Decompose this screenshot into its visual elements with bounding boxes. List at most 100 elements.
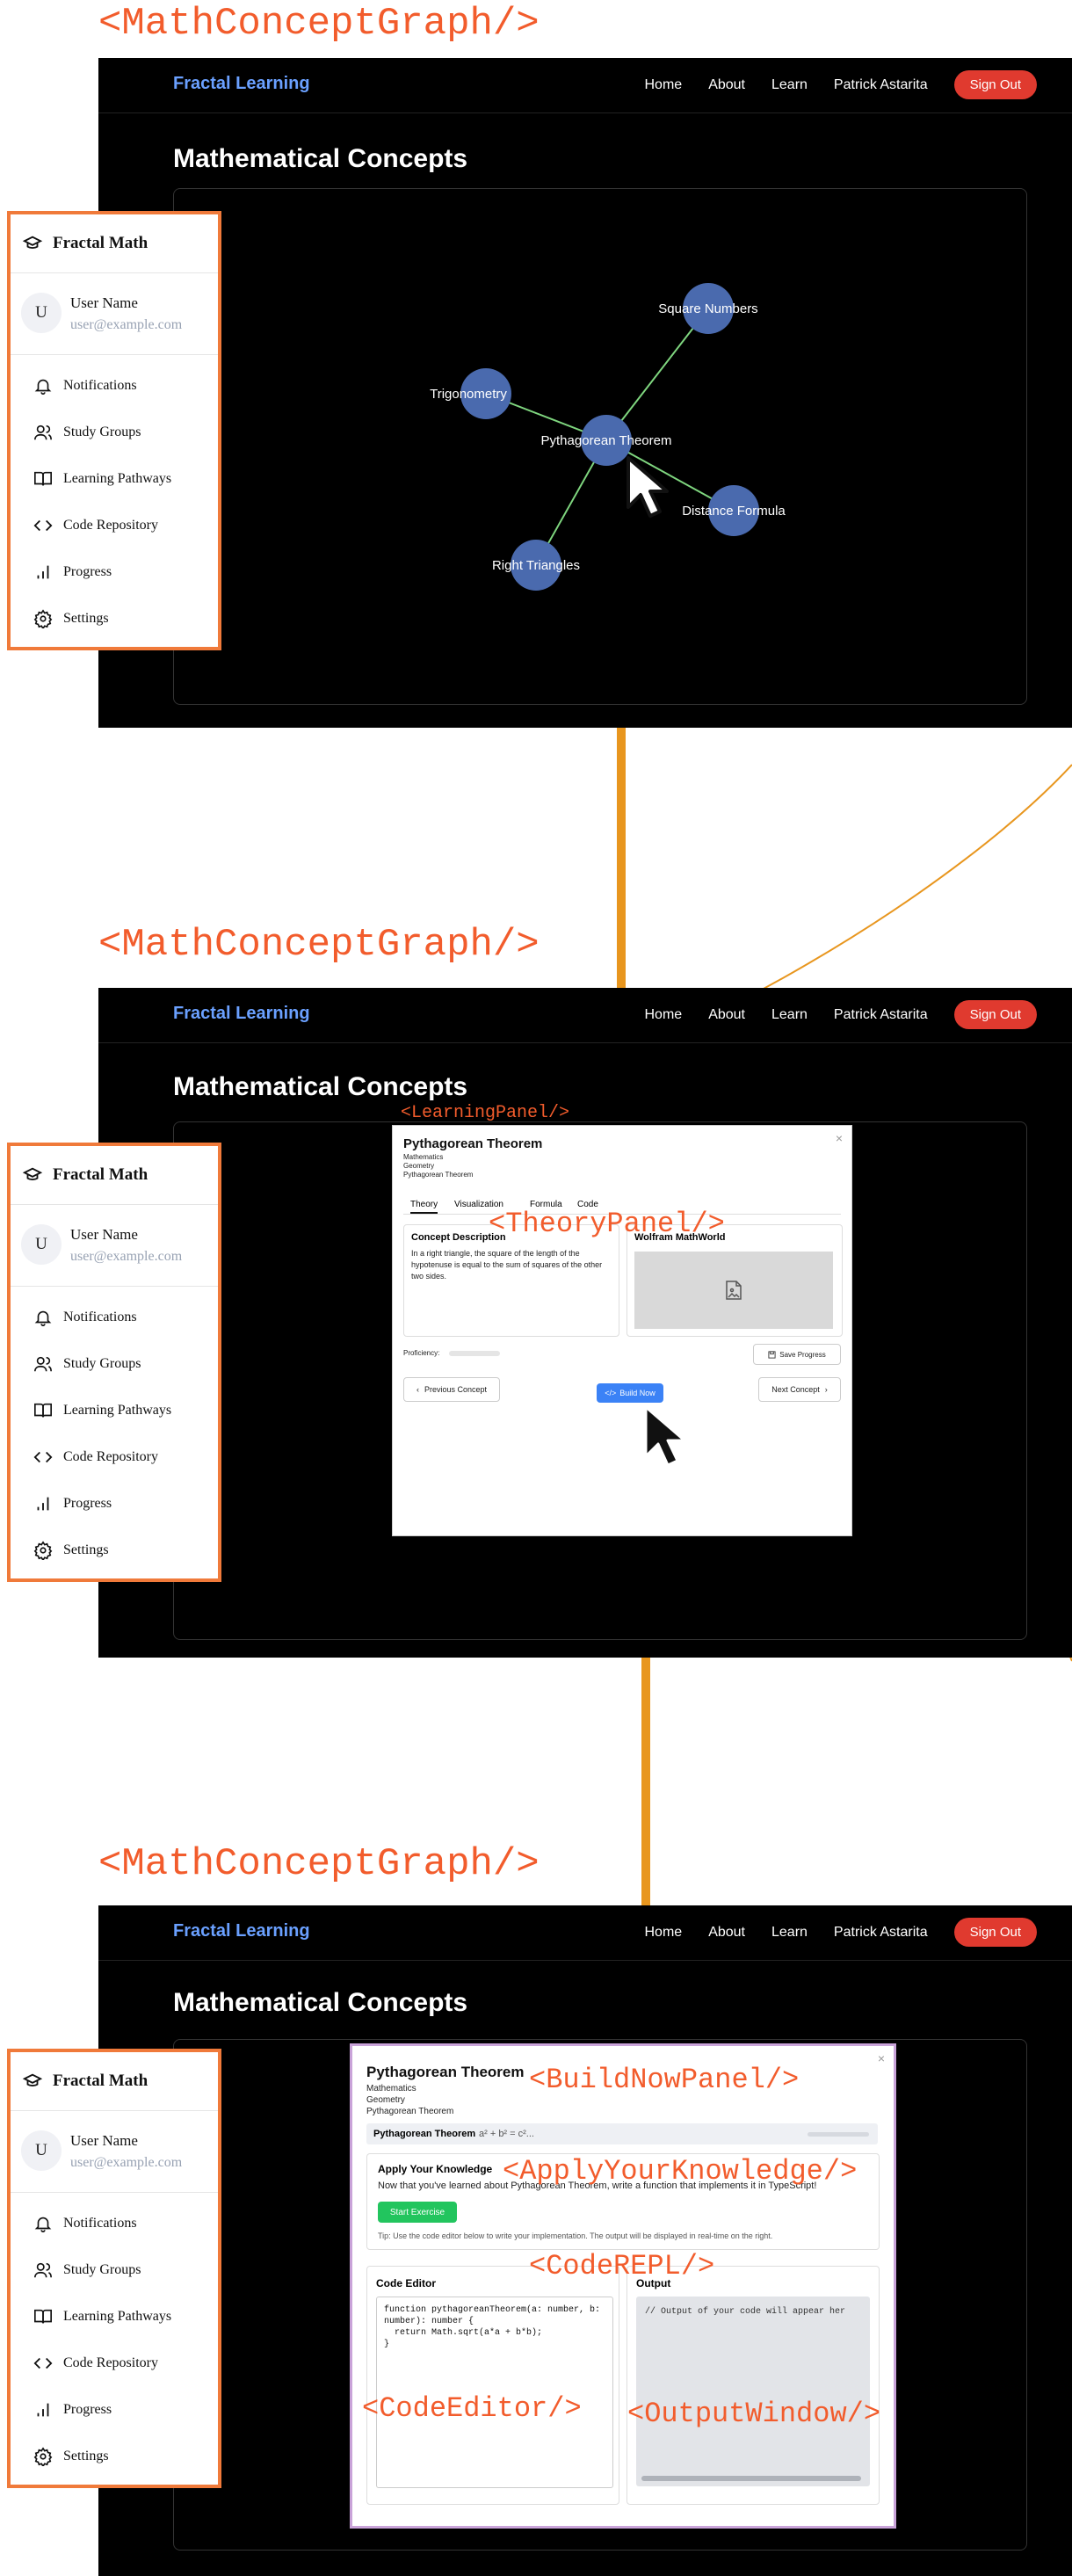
sidebar: Fractal Math U User Name user@example.co… bbox=[7, 2049, 221, 2488]
nav-learn[interactable]: Learn bbox=[771, 77, 808, 93]
nav-user[interactable]: Patrick Astarita bbox=[834, 77, 928, 93]
sidebar-user[interactable]: U User Name user@example.com bbox=[11, 2111, 218, 2193]
strip-title: Pythagorean Theorem bbox=[373, 2129, 476, 2139]
tab-theory[interactable]: Theory bbox=[410, 1200, 438, 1214]
crumb: Geometry bbox=[403, 1162, 435, 1170]
sidebar-item-progress[interactable]: Progress bbox=[11, 1480, 218, 1527]
crumb: Pythagorean Theorem bbox=[403, 1171, 474, 1179]
strip-progress bbox=[808, 2132, 869, 2137]
code-editor-card: Code Editor function pythagoreanTheorem(… bbox=[366, 2266, 619, 2505]
output-scrollbar[interactable] bbox=[641, 2476, 861, 2481]
sidebar-item-progress[interactable]: Progress bbox=[11, 2386, 218, 2433]
sidebar-item-learning-pathways[interactable]: Learning Pathways bbox=[11, 455, 218, 502]
sidebar: Fractal Math U User Name user@example.co… bbox=[7, 1143, 221, 1582]
sidebar-item-notifications[interactable]: Notifications bbox=[11, 1294, 218, 1340]
sign-out-button[interactable]: Sign Out bbox=[953, 1918, 1037, 1947]
top-nav: Fractal Learning Home About Learn Patric… bbox=[98, 988, 1072, 1043]
sidebar-item-settings[interactable]: Settings bbox=[11, 2433, 218, 2479]
nav-about[interactable]: About bbox=[708, 77, 745, 93]
sidebar-item-notifications[interactable]: Notifications bbox=[11, 362, 218, 409]
graph-svg: Pythagorean Theorem Square Numbers Trigo… bbox=[430, 283, 786, 591]
brand-logo[interactable]: Fractal Learning bbox=[173, 74, 310, 94]
crumb: Mathematics bbox=[366, 2084, 416, 2093]
users-icon bbox=[34, 2262, 52, 2277]
user-name: User Name bbox=[70, 294, 138, 311]
sidebar-item-progress[interactable]: Progress bbox=[11, 548, 218, 595]
output-text: // Output of your code will appear her bbox=[645, 2307, 846, 2317]
previous-concept-button[interactable]: ‹ Previous Concept bbox=[403, 1377, 500, 1402]
next-label: Next Concept bbox=[771, 1385, 820, 1394]
sidebar-item-label: Notifications bbox=[63, 2215, 137, 2231]
sign-out-button[interactable]: Sign Out bbox=[953, 1000, 1037, 1029]
page-title: Mathematical Concepts bbox=[173, 1988, 468, 2017]
build-now-button[interactable]: </> Build Now bbox=[597, 1383, 663, 1403]
cursor-icon bbox=[644, 1405, 686, 1467]
concept-description-card: Concept Description In a right triangle,… bbox=[403, 1224, 619, 1337]
sidebar-user[interactable]: U User Name user@example.com bbox=[11, 273, 218, 355]
nav-learn[interactable]: Learn bbox=[771, 1925, 808, 1941]
code-icon: </> bbox=[605, 1389, 617, 1397]
user-name: User Name bbox=[70, 1226, 138, 1243]
sidebar-item-study-groups[interactable]: Study Groups bbox=[11, 409, 218, 455]
avatar: U bbox=[21, 2130, 62, 2171]
graduation-cap-icon bbox=[22, 1167, 43, 1180]
sidebar-header: Fractal Math bbox=[11, 214, 218, 273]
book-open-icon bbox=[34, 471, 52, 485]
concept-text: In a right triangle, the square of the l… bbox=[411, 1249, 603, 1281]
proficiency-label: Proficiency: bbox=[403, 1349, 440, 1357]
build-panel-close[interactable]: × bbox=[878, 2051, 885, 2065]
nav-learn[interactable]: Learn bbox=[771, 1007, 808, 1023]
start-exercise-button[interactable]: Start Exercise bbox=[378, 2202, 457, 2223]
sidebar-item-label: Learning Pathways bbox=[63, 470, 172, 486]
node-label-trig: Trigonometry bbox=[430, 387, 507, 402]
sidebar-item-study-groups[interactable]: Study Groups bbox=[11, 2246, 218, 2293]
sidebar-item-study-groups[interactable]: Study Groups bbox=[11, 1340, 218, 1387]
label-code-editor: <CodeEditor/> bbox=[362, 2392, 582, 2425]
sidebar-item-settings[interactable]: Settings bbox=[11, 595, 218, 642]
users-icon bbox=[34, 424, 52, 439]
user-email: user@example.com bbox=[70, 1249, 183, 1264]
top-nav: Fractal Learning Home About Learn Patric… bbox=[98, 1905, 1072, 1961]
sign-out-button[interactable]: Sign Out bbox=[953, 70, 1037, 99]
brand-logo[interactable]: Fractal Learning bbox=[173, 1921, 310, 1941]
build-now-panel: Pythagorean Theorem × Mathematics Geomet… bbox=[350, 2043, 896, 2529]
apply-tip: Tip: Use the code editor below to write … bbox=[378, 2231, 773, 2240]
sidebar-user[interactable]: U User Name user@example.com bbox=[11, 1205, 218, 1287]
learning-panel: Pythagorean Theorem × Mathematics Geomet… bbox=[392, 1125, 852, 1536]
crumb: Geometry bbox=[366, 2095, 405, 2105]
sidebar-item-label: Settings bbox=[63, 2448, 109, 2464]
bar-chart-icon bbox=[37, 2403, 49, 2416]
nav-user[interactable]: Patrick Astarita bbox=[834, 1925, 928, 1941]
sidebar-item-code-repository[interactable]: Code Repository bbox=[11, 502, 218, 548]
nav-home[interactable]: Home bbox=[645, 1007, 683, 1023]
next-concept-button[interactable]: Next Concept › bbox=[758, 1377, 841, 1402]
save-progress-button[interactable]: Save Progress bbox=[753, 1344, 841, 1365]
sidebar-item-settings[interactable]: Settings bbox=[11, 1527, 218, 1573]
sidebar-item-code-repository[interactable]: Code Repository bbox=[11, 1433, 218, 1480]
node-label-square: Square Numbers bbox=[658, 301, 757, 316]
sidebar-item-learning-pathways[interactable]: Learning Pathways bbox=[11, 2293, 218, 2340]
strip-formula: a² + b² = c²... bbox=[479, 2129, 534, 2139]
nav-user[interactable]: Patrick Astarita bbox=[834, 1007, 928, 1023]
nav-about[interactable]: About bbox=[708, 1007, 745, 1023]
code-icon bbox=[33, 2357, 53, 2369]
sidebar-item-notifications[interactable]: Notifications bbox=[11, 2200, 218, 2246]
nav-home[interactable]: Home bbox=[645, 1925, 683, 1941]
sidebar-item-code-repository[interactable]: Code Repository bbox=[11, 2340, 218, 2386]
node-label-right: Right Triangles bbox=[492, 558, 580, 573]
sidebar-item-learning-pathways[interactable]: Learning Pathways bbox=[11, 1387, 218, 1433]
nav-about[interactable]: About bbox=[708, 1925, 745, 1941]
bar-chart-icon bbox=[37, 565, 49, 578]
sidebar-title: Fractal Math bbox=[53, 234, 148, 252]
nav-home[interactable]: Home bbox=[645, 77, 683, 93]
label-math-concept-graph: <MathConceptGraph/> bbox=[98, 2, 540, 46]
sidebar-item-label: Study Groups bbox=[63, 2261, 141, 2277]
concept-graph: Pythagorean Theorem Square Numbers Trigo… bbox=[173, 188, 1027, 705]
sidebar-item-label: Learning Pathways bbox=[63, 1402, 172, 1418]
learning-panel-close[interactable]: × bbox=[836, 1131, 843, 1145]
proficiency-bar bbox=[449, 1351, 500, 1356]
brand-logo[interactable]: Fractal Learning bbox=[173, 1004, 310, 1024]
gear-icon bbox=[33, 608, 53, 628]
sidebar-item-label: Settings bbox=[63, 1542, 109, 1557]
sidebar-item-label: Study Groups bbox=[63, 424, 141, 439]
